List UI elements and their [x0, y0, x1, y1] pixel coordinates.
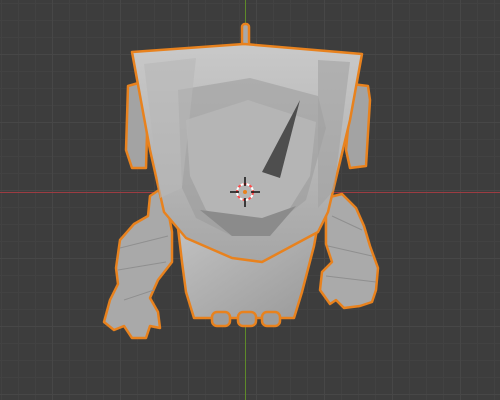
3d-viewport[interactable]: [0, 0, 500, 400]
viewport-scene: [102, 22, 380, 340]
feet: [210, 310, 282, 328]
